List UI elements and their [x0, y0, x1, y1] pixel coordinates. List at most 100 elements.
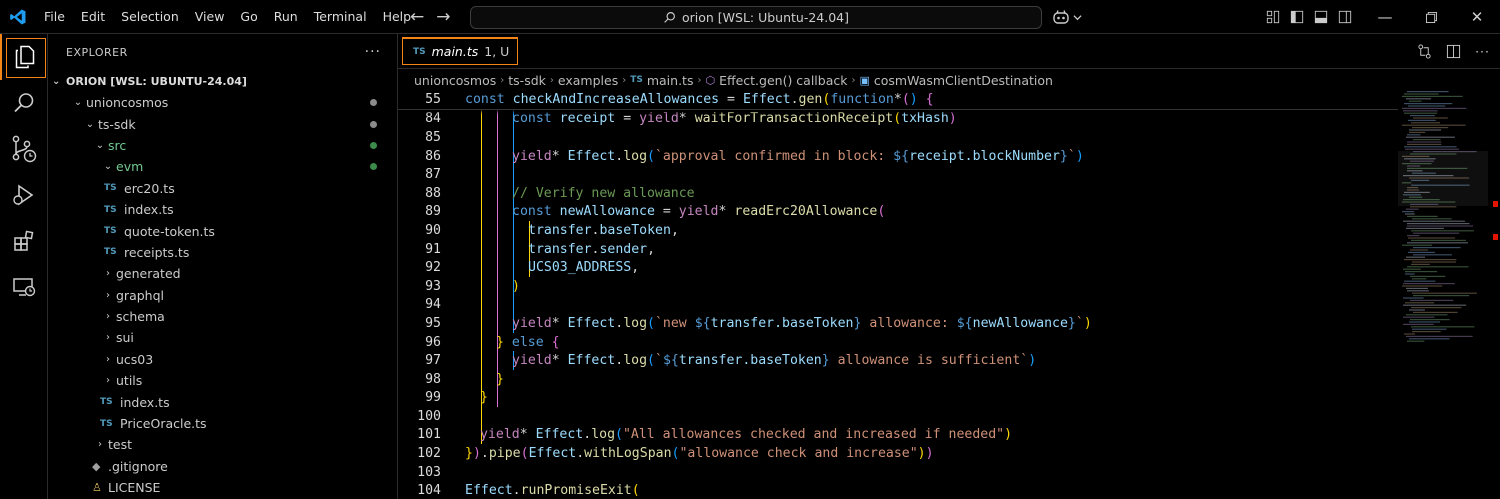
code-line[interactable]: 88 // Verify new allowance [398, 183, 1398, 203]
tab-main-ts[interactable]: TS main.ts 1, U [402, 37, 519, 65]
breadcrumb-item[interactable]: unioncosmos [414, 73, 496, 88]
minimap-line [1402, 107, 1467, 109]
minimap-line [1407, 242, 1468, 244]
code-line[interactable]: 97 yield* Effect.log(`${transfer.baseToke… [398, 351, 1398, 370]
folder-item[interactable]: › test [48, 434, 397, 455]
more-actions-icon[interactable]: ··· [1475, 44, 1490, 59]
code-line[interactable]: 104 Effect.runPromiseExit( [398, 481, 1398, 499]
close-icon: ✕ [1470, 8, 1484, 26]
activity-search[interactable] [0, 80, 48, 126]
minimize-button[interactable]: — [1362, 0, 1408, 34]
workspace-root[interactable]: ⌄ ORION [WSL: UBUNTU-24.04] [48, 70, 397, 92]
folder-item[interactable]: ⌄ src [48, 134, 397, 157]
code-line[interactable]: 99} [398, 388, 1398, 408]
breadcrumb-file[interactable]: main.ts [647, 73, 694, 88]
minimap-line [1407, 143, 1442, 145]
customize-layout-icon[interactable] [1266, 10, 1280, 24]
variable-symbol-icon: ▣ [859, 73, 870, 87]
file-item[interactable]: TS receipts.ts [48, 242, 397, 263]
file-item[interactable]: TS erc20.ts [48, 178, 397, 199]
menu-selection[interactable]: Selection [113, 0, 187, 34]
file-item[interactable]: TS index.ts [48, 391, 397, 412]
menu-view[interactable]: View [187, 0, 233, 34]
line-number: 96 [425, 334, 441, 350]
split-editor-icon[interactable] [1446, 44, 1461, 59]
file-item[interactable]: TS quote-token.ts [48, 220, 397, 241]
breadcrumb-symbol[interactable]: cosmWasmClientDestination [874, 73, 1053, 88]
activity-source-control[interactable] [0, 126, 48, 172]
code-text: } [496, 371, 504, 387]
minimap-line [1407, 91, 1449, 93]
code-line[interactable]: 84 const receipt = yield* waitForTransact… [398, 109, 1398, 129]
code-line[interactable]: 101 yield* Effect.log("All allowances che… [398, 425, 1398, 445]
menu-go[interactable]: Go [232, 0, 265, 34]
back-arrow-icon[interactable]: ← [410, 7, 424, 27]
breadcrumb-symbol[interactable]: Effect.gen() callback [719, 73, 847, 88]
minimap[interactable] [1398, 91, 1488, 391]
code-line[interactable]: 85 [398, 128, 1398, 147]
tree-item-label: unioncosmos [86, 95, 169, 111]
breadcrumb-item[interactable]: examples [558, 73, 618, 88]
folder-item[interactable]: ⌄ unioncosmos [48, 92, 397, 114]
menu-run[interactable]: Run [266, 0, 306, 34]
restore-button[interactable] [1408, 0, 1454, 34]
code-line[interactable]: 94 [398, 295, 1398, 315]
folder-item[interactable]: ⌄ evm [48, 156, 397, 178]
menu-edit[interactable]: Edit [73, 0, 113, 34]
minimap-line [1409, 309, 1425, 311]
chevron-right-icon: › [106, 332, 110, 344]
folder-item[interactable]: ⌄ ts-sdk [48, 113, 397, 135]
minimap-line [1405, 213, 1415, 215]
code-line[interactable]: 91 transfer.sender, [398, 239, 1398, 259]
code-line[interactable]: 86 yield* Effect.log(`approval confirmed … [398, 146, 1398, 166]
file-item[interactable]: TS PriceOracle.ts [48, 413, 397, 434]
code-line[interactable]: 100 [398, 407, 1398, 426]
line-number: 55 [425, 92, 441, 108]
menu-file[interactable]: File [36, 0, 73, 34]
code-line[interactable]: 90 transfer.baseToken, [398, 221, 1398, 240]
activity-extensions[interactable] [0, 218, 48, 264]
compare-changes-icon[interactable] [1417, 44, 1432, 59]
minimap-line [1407, 225, 1474, 227]
copilot-button[interactable] [1052, 7, 1082, 27]
code-line[interactable]: 102}).pipe(Effect.withLogSpan("allowance… [398, 444, 1398, 463]
minimap-line [1409, 338, 1450, 340]
code-text: const checkAndIncreaseAllowances = Effec… [465, 92, 934, 108]
sticky-scroll-line[interactable]: 55 const checkAndIncreaseAllowances = Eff… [398, 91, 1398, 110]
folder-item[interactable]: › utils [48, 370, 397, 391]
file-item[interactable]: ♙ LICENSE [48, 477, 397, 498]
folder-item[interactable]: › schema [48, 306, 397, 327]
code-line[interactable]: 87 [398, 165, 1398, 184]
toggle-primary-sidebar-icon[interactable] [1290, 10, 1304, 24]
minimap-line [1407, 266, 1469, 268]
file-item[interactable]: TS index.ts [48, 199, 397, 220]
menu-terminal[interactable]: Terminal [306, 0, 375, 34]
more-actions-icon[interactable]: ··· [365, 44, 381, 60]
code-line[interactable]: 103 [398, 463, 1398, 482]
folder-item[interactable]: › graphql [48, 285, 397, 306]
folder-item[interactable]: › ucs03 [48, 349, 397, 370]
code-line[interactable]: 98} [398, 369, 1398, 389]
close-button[interactable]: ✕ [1454, 0, 1500, 34]
indent-guide [497, 202, 498, 222]
activity-bar [0, 34, 48, 499]
toggle-secondary-sidebar-icon[interactable] [1338, 10, 1352, 24]
folder-item[interactable]: › generated [48, 263, 397, 284]
code-line[interactable]: 89 const newAllowance = yield* readErc20A… [398, 202, 1398, 222]
activity-explorer[interactable] [0, 34, 48, 80]
folder-item[interactable]: › sui [48, 327, 397, 348]
file-item[interactable]: ◆ .gitignore [48, 456, 397, 477]
command-center[interactable]: orion [WSL: Ubuntu-24.04] [470, 6, 1042, 29]
code-line[interactable]: 95 yield* Effect.log(`new ${transfer.base… [398, 314, 1398, 333]
breadcrumb-item[interactable]: ts-sdk [508, 73, 546, 88]
code-line[interactable]: 96} else { [398, 332, 1398, 352]
activity-run-debug[interactable] [0, 172, 48, 218]
code-line[interactable]: 93) [398, 276, 1398, 296]
toggle-panel-icon[interactable] [1314, 10, 1328, 24]
activity-remote-explorer[interactable] [0, 264, 48, 310]
code-editor[interactable]: 55 const checkAndIncreaseAllowances = Eff… [398, 91, 1398, 499]
chevron-down-icon: ⌄ [85, 118, 95, 130]
forward-arrow-icon[interactable]: → [436, 7, 450, 27]
minimap-line [1412, 328, 1447, 330]
code-line[interactable]: 92 UCS03_ADDRESS, [398, 258, 1398, 277]
